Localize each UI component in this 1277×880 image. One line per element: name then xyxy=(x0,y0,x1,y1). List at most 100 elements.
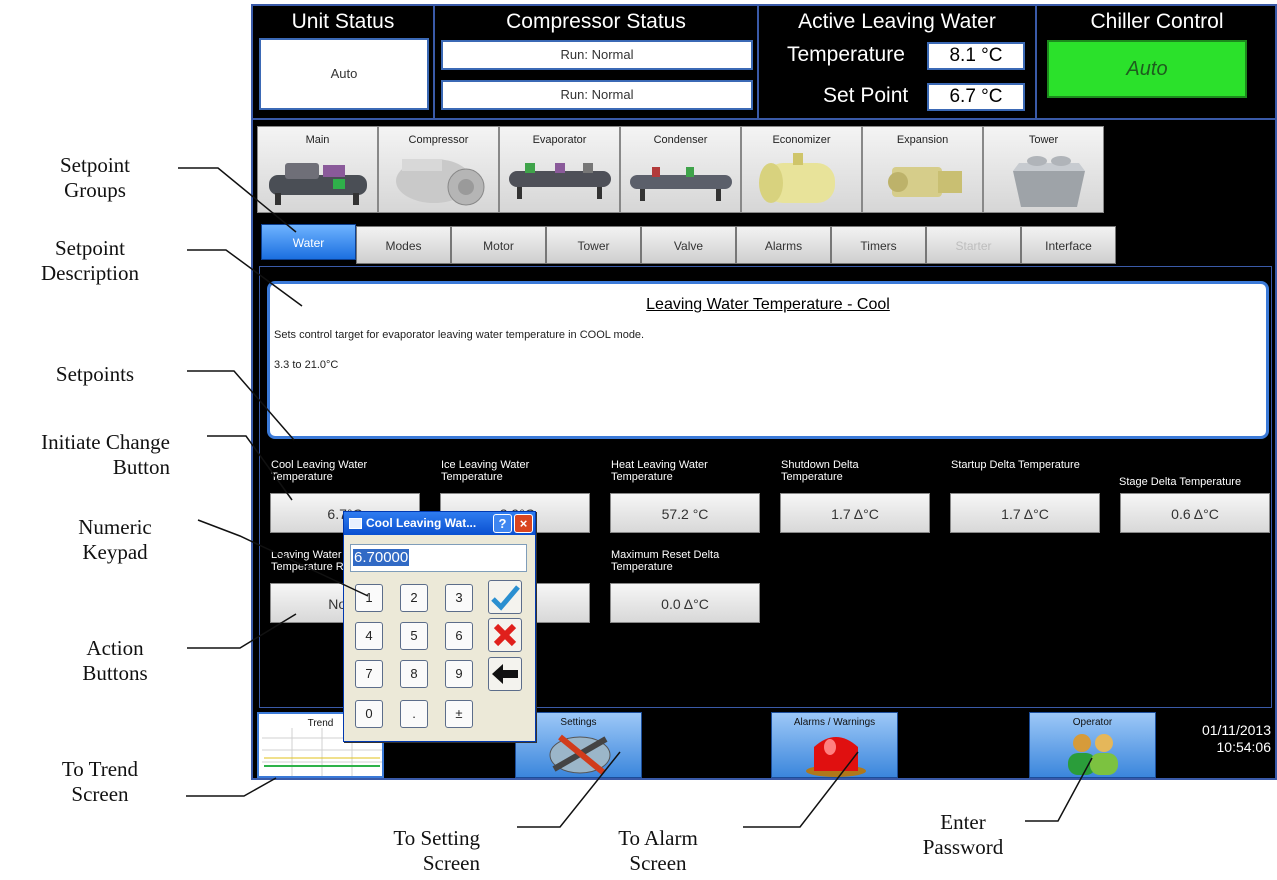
evaporator-icon xyxy=(509,163,611,199)
settings-tools-icon xyxy=(549,734,611,776)
setpoint-label: Set Point xyxy=(823,84,909,107)
setpoint-label: Startup Delta Temperature xyxy=(951,459,1080,471)
keypad-display-value: 6.70000 xyxy=(353,549,410,566)
component-label: Economizer xyxy=(772,134,831,146)
tab-motor[interactable]: Motor xyxy=(451,226,546,264)
setpoint-label: Stage Delta Temperature xyxy=(1119,476,1242,488)
key-9[interactable]: 9 xyxy=(445,660,473,688)
component-main-button[interactable]: Main xyxy=(257,126,378,213)
window-app-icon xyxy=(349,518,362,529)
callout-setpoint-description: Setpoint Description xyxy=(41,236,139,285)
setpoint-label: Maximum Reset Delta Temperature xyxy=(611,549,720,573)
operator-button[interactable]: Operator xyxy=(1029,712,1156,778)
tab-interface[interactable]: Interface xyxy=(1021,226,1116,264)
unit-status-title: Unit Status xyxy=(291,10,395,33)
cancel-button[interactable] xyxy=(488,618,522,652)
expansion-valve-icon xyxy=(888,167,962,197)
component-condenser-button[interactable]: Condenser xyxy=(620,126,741,213)
setpoint-label: Ice Leaving Water Temperature xyxy=(441,459,530,483)
component-label: Main xyxy=(305,134,330,146)
callout-to-alarm-screen: To Alarm Screen xyxy=(618,826,698,875)
compressor2-status: Run: Normal xyxy=(441,80,753,110)
component-label: Expansion xyxy=(896,134,949,146)
key-7[interactable]: 7 xyxy=(355,660,383,688)
component-tower-button[interactable]: Tower xyxy=(983,126,1104,213)
callout-initiate-change-button: Initiate Change Button xyxy=(41,430,170,479)
component-expansion-button[interactable]: Expansion xyxy=(862,126,983,213)
chiller-control-title: Chiller Control xyxy=(1090,10,1224,33)
tab-timers[interactable]: Timers xyxy=(831,226,926,264)
setpoint-description-box: Leaving Water Temperature - Cool Sets co… xyxy=(267,281,1269,439)
setpoint-startup-delta-button[interactable]: 1.7 Δ°C xyxy=(950,493,1100,533)
key-5[interactable]: 5 xyxy=(400,622,428,650)
unit-status-value: Auto xyxy=(259,38,429,110)
key-8[interactable]: 8 xyxy=(400,660,428,688)
operator-label: Operator xyxy=(1072,717,1113,728)
setpoint-range-text: 3.3 to 21.0°C xyxy=(274,359,339,371)
component-label: Evaporator xyxy=(532,134,587,146)
key-1[interactable]: 1 xyxy=(355,584,383,612)
date-time-display: 01/11/2013 10:54:06 xyxy=(1179,722,1271,756)
callout-to-trend-screen: To Trend Screen xyxy=(61,757,139,806)
setpoint-max-reset-delta-button[interactable]: 0.0 Δ°C xyxy=(610,583,760,623)
callout-to-setting-screen: To Setting Screen xyxy=(393,826,480,875)
callout-setpoint-groups: Setpoint Groups xyxy=(59,153,130,202)
key-2[interactable]: 2 xyxy=(400,584,428,612)
temperature-value: 8.1 °C xyxy=(927,42,1025,70)
chiller-control-button[interactable]: Auto xyxy=(1047,40,1247,98)
condenser-icon xyxy=(630,167,732,201)
time-text: 10:54:06 xyxy=(1216,739,1272,755)
alarms-warnings-button[interactable]: Alarms / Warnings xyxy=(771,712,898,778)
component-economizer-button[interactable]: Economizer xyxy=(741,126,862,213)
keypad-title: Cool Leaving Wat... xyxy=(366,516,477,530)
tab-water[interactable]: Water xyxy=(261,224,356,260)
key-plus-minus[interactable]: ± xyxy=(445,700,473,728)
checkmark-icon xyxy=(491,585,520,611)
component-label: Tower xyxy=(1028,134,1059,146)
backspace-button[interactable] xyxy=(488,657,522,691)
setpoint-shutdown-delta-button[interactable]: 1.7 Δ°C xyxy=(780,493,930,533)
callout-action-buttons: Action Buttons xyxy=(82,636,148,685)
economizer-icon xyxy=(759,153,835,203)
red-x-icon xyxy=(493,623,517,647)
tab-modes[interactable]: Modes xyxy=(356,226,451,264)
header-bottom-divider xyxy=(253,118,1277,120)
key-0[interactable]: 0 xyxy=(355,700,383,728)
callout-setpoints: Setpoints xyxy=(55,362,135,386)
callout-numeric-keypad: Numeric Keypad xyxy=(78,515,152,564)
component-evaporator-button[interactable]: Evaporator xyxy=(499,126,620,213)
lwt-title: Active Leaving Water xyxy=(798,10,996,33)
tab-tower[interactable]: Tower xyxy=(546,226,641,264)
key-decimal[interactable]: . xyxy=(400,700,428,728)
component-compressor-button[interactable]: Compressor xyxy=(378,126,499,213)
accept-button[interactable] xyxy=(488,580,522,614)
tab-starter: Starter xyxy=(926,226,1021,264)
close-button[interactable]: × xyxy=(514,514,533,533)
date-text: 01/11/2013 xyxy=(1201,722,1271,738)
numeric-keypad-dialog: Cool Leaving Wat... ? × 6.70000 1 2 3 4 … xyxy=(343,511,536,742)
key-3[interactable]: 3 xyxy=(445,584,473,612)
setpoint-description-text: Sets control target for evaporator leavi… xyxy=(274,329,645,341)
back-arrow-icon xyxy=(492,664,518,684)
operator-users-icon xyxy=(1068,734,1118,775)
help-button[interactable]: ? xyxy=(493,514,512,533)
setpoint-label: Heat Leaving Water Temperature xyxy=(611,459,708,483)
component-label: Compressor xyxy=(408,134,469,146)
setpoint-label: Shutdown Delta Temperature xyxy=(781,459,859,483)
callout-enter-password: Enter Password xyxy=(922,810,1004,859)
tab-alarms[interactable]: Alarms xyxy=(736,226,831,264)
cooling-tower-icon xyxy=(1013,156,1085,207)
keypad-display-field[interactable]: 6.70000 xyxy=(350,544,527,572)
setpoint-heat-lwt-button[interactable]: 57.2 °C xyxy=(610,493,760,533)
compressor-icon xyxy=(396,159,485,206)
temperature-label: Temperature xyxy=(787,43,905,66)
setpoint-stage-delta-button[interactable]: 0.6 Δ°C xyxy=(1120,493,1270,533)
tab-valve[interactable]: Valve xyxy=(641,226,736,264)
key-6[interactable]: 6 xyxy=(445,622,473,650)
setpoint-value: 6.7 °C xyxy=(927,83,1025,111)
key-4[interactable]: 4 xyxy=(355,622,383,650)
chiller-unit-icon xyxy=(269,163,367,205)
alarm-beacon-icon xyxy=(806,737,866,777)
compressor1-status: Run: Normal xyxy=(441,40,753,70)
setpoint-label: Cool Leaving Water Temperature xyxy=(271,459,368,483)
